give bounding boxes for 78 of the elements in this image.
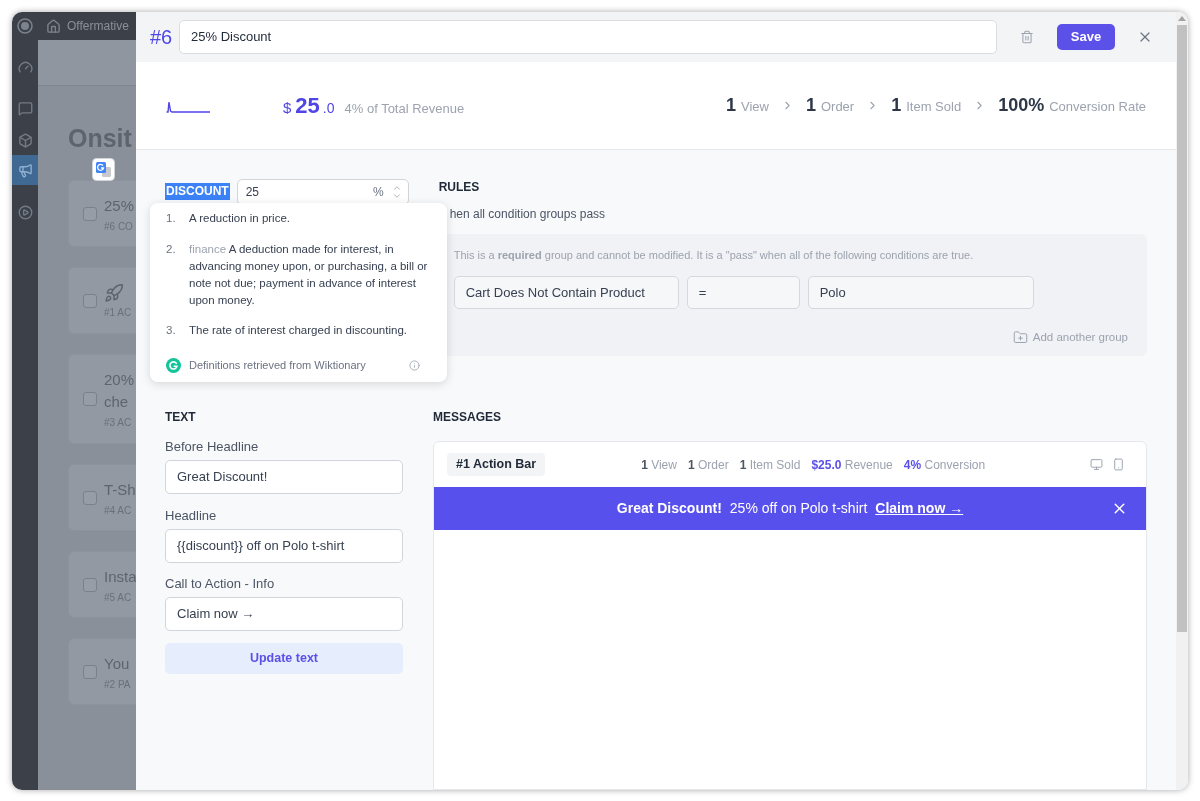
definition-text: finance A deduction made for interest, in advancing money upon, or purchasing, a bill or note not due; payment in advance of interest upon money. xyxy=(189,242,429,308)
scrollbar-thumb[interactable] xyxy=(1177,25,1187,632)
megaphone-icon xyxy=(17,162,33,178)
phone-icon[interactable] xyxy=(1112,458,1125,471)
condition-operator[interactable]: = xyxy=(686,276,800,309)
definition-source: Definitions retrieved from Wiktionary xyxy=(189,358,366,373)
preview-lead: Great Discount! xyxy=(616,499,722,518)
revenue-decimals: .0 xyxy=(322,99,335,118)
checkbox[interactable] xyxy=(83,490,97,505)
text-field[interactable]: Great Discount! xyxy=(165,460,403,494)
delete-button[interactable] xyxy=(1020,30,1034,44)
preview-cta-link[interactable]: Claim now → xyxy=(875,498,964,519)
funnel-label: Item Sold xyxy=(906,98,962,116)
discount-label: DISCOUNT xyxy=(165,183,230,200)
grammarly-logo-icon xyxy=(166,358,181,373)
checkbox[interactable] xyxy=(83,664,97,679)
field-label: Before Headline xyxy=(165,439,260,455)
currency-symbol: $ xyxy=(283,98,292,118)
gauge-icon xyxy=(17,59,33,75)
sidebar-menu-item[interactable] xyxy=(12,155,38,185)
stat-text: 1 View xyxy=(641,456,677,474)
checkbox[interactable] xyxy=(83,293,97,308)
stat-text: 1 Order xyxy=(687,456,729,474)
logo-icon[interactable] xyxy=(17,18,33,34)
stat-text: 4% Conversion xyxy=(903,456,986,474)
save-button[interactable]: Save xyxy=(1057,24,1115,50)
stat-text: $25.0 Revenue xyxy=(811,456,893,474)
section-title: MESSAGES xyxy=(433,410,502,424)
monitor-icon[interactable] xyxy=(1090,458,1103,471)
text-field[interactable]: Claim now → xyxy=(165,597,403,631)
funnel-label: View xyxy=(741,98,769,116)
title-field[interactable]: 25% Discount xyxy=(179,20,997,54)
definition-text: The rate of interest charged in discounting. xyxy=(189,323,408,338)
field-label: Headline xyxy=(165,508,218,524)
message-name-tag: #1 Action Bar xyxy=(447,453,546,476)
folder-plus-icon xyxy=(1012,329,1028,345)
field-label: Call to Action - Info xyxy=(165,576,276,592)
definition-number: 2. xyxy=(166,242,177,257)
checkbox[interactable] xyxy=(83,392,97,406)
stat-text: 1 Item Sold xyxy=(739,456,801,474)
funnel-label: Conversion Rate xyxy=(1049,98,1146,116)
update-text-button[interactable]: Update text xyxy=(165,643,403,674)
stepper-icon[interactable] xyxy=(391,183,402,201)
site-name[interactable]: Offermative xyxy=(67,17,129,35)
condition-value[interactable]: Polo xyxy=(807,276,1034,309)
play-icon xyxy=(17,204,33,220)
definition-number: 3. xyxy=(166,323,177,338)
home-icon[interactable] xyxy=(46,18,61,34)
section-title: TEXT xyxy=(165,410,197,424)
message-number: #6 xyxy=(150,25,174,49)
funnel-value: 1 xyxy=(725,94,736,117)
speech-bubble-icon xyxy=(17,100,33,116)
discount-field[interactable]: 25 % xyxy=(236,179,409,205)
funnel-value: 1 xyxy=(891,94,902,117)
scroll-up-arrow-icon[interactable] xyxy=(1178,16,1186,21)
funnel-value: 1 xyxy=(805,94,816,117)
funnel-label: Order xyxy=(820,98,855,116)
revenue-amount: 25 xyxy=(295,92,320,120)
cube-icon xyxy=(17,132,33,148)
revenue-share: 4% of Total Revenue xyxy=(344,100,465,118)
definition-number: 1. xyxy=(166,211,177,226)
definition-text: A reduction in price. xyxy=(189,211,291,226)
condition-field[interactable]: Cart Does Not Contain Product xyxy=(453,276,679,309)
scrollbar[interactable] xyxy=(1176,12,1188,790)
discount-value: 25 xyxy=(245,184,260,201)
rocket-icon xyxy=(104,282,124,303)
group-note: This is a required group and cannot be modified. It is a "pass" when all of the following conditions are true. xyxy=(453,248,975,263)
translate-icon[interactable] xyxy=(92,158,115,181)
trash-icon xyxy=(1020,30,1034,44)
discount-unit: % xyxy=(373,184,384,201)
funnel-value: 100% xyxy=(998,94,1045,117)
text-field[interactable]: {{discount}} off on Polo t-shirt xyxy=(165,529,403,563)
checkbox[interactable] xyxy=(83,577,97,592)
rules-subtitle: hen all condition groups pass xyxy=(449,206,607,222)
preview-headline: 25% off on Polo t-shirt xyxy=(729,499,868,518)
checkbox[interactable] xyxy=(83,206,97,221)
info-icon[interactable] xyxy=(409,360,420,371)
section-title: RULES xyxy=(438,179,481,195)
